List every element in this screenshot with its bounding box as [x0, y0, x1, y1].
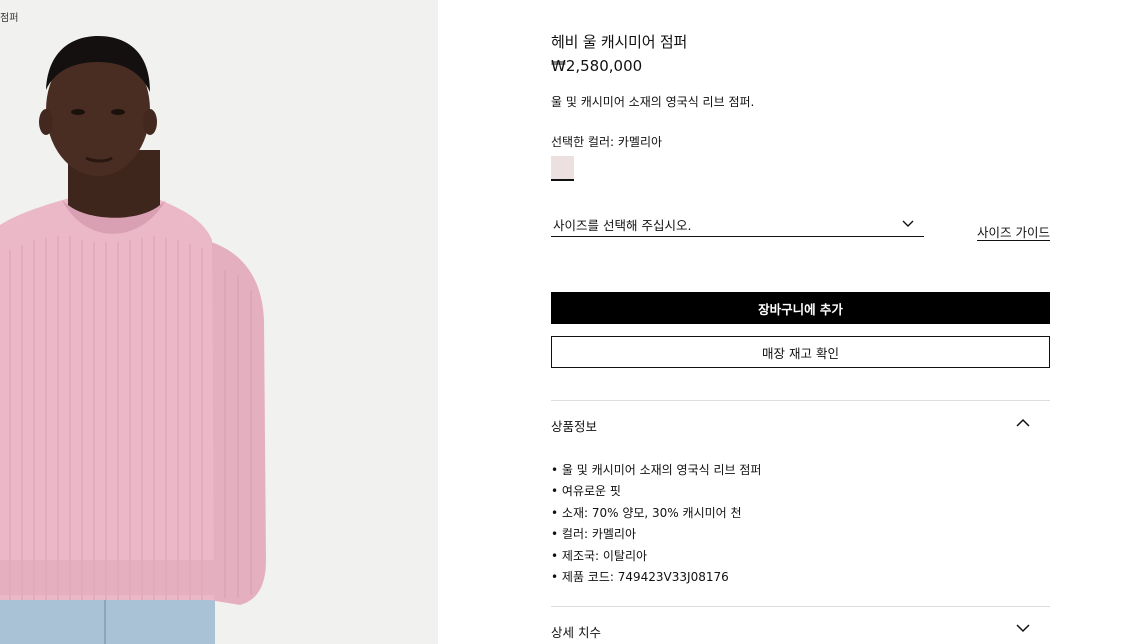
accordion-detail-size-title: 상세 치수: [551, 625, 601, 640]
product-description: 울 및 캐시미어 소재의 영국식 리브 점퍼.: [551, 95, 755, 109]
list-item: 울 및 캐시미어 소재의 영국식 리브 점퍼: [551, 461, 762, 482]
accordion-detail-size-header[interactable]: 상세 치수: [551, 619, 1050, 643]
divider: [551, 606, 1050, 607]
sweater-body: [0, 198, 214, 600]
product-details-list: 울 및 캐시미어 소재의 영국식 리브 점퍼 여유로운 핏 소재: 70% 양모…: [551, 461, 762, 589]
list-item: 제품 코드: 749423V33J08176: [551, 568, 761, 589]
check-store-stock-button[interactable]: 매장 재고 확인: [551, 336, 1050, 368]
size-select-placeholder: 사이즈를 선택해 주십시오.: [553, 218, 692, 233]
product-image-panel: 점퍼: [0, 0, 438, 644]
model-illustration: [0, 36, 266, 644]
image-caption: 점퍼: [0, 13, 19, 24]
selected-color-label: 선택한 컬러: 카멜리아: [551, 135, 663, 149]
accordion-product-info-header[interactable]: 상품정보: [551, 413, 1050, 437]
chevron-down-icon: [1016, 621, 1030, 636]
divider: [551, 400, 1050, 401]
chevron-down-icon: [902, 216, 914, 231]
product-price: ₩2,580,000: [551, 57, 643, 75]
color-swatch-camellia[interactable]: [551, 156, 574, 181]
list-item: 여유로운 핏: [551, 482, 761, 503]
list-item: 소재: 70% 양모, 30% 캐시미어 천: [551, 504, 761, 525]
sweater-right-sleeve: [205, 240, 266, 605]
size-guide-link[interactable]: 사이즈 가이드: [977, 222, 1050, 241]
product-title: 헤비 울 캐시미어 점퍼: [551, 33, 688, 51]
accordion-product-info-title: 상품정보: [551, 419, 598, 434]
list-item: 제조국: 이탈리아: [551, 547, 761, 568]
size-select[interactable]: 사이즈를 선택해 주십시오.: [551, 212, 924, 237]
add-to-cart-button[interactable]: 장바구니에 추가: [551, 292, 1050, 324]
list-item: 컬러: 카멜리아: [551, 525, 761, 546]
chevron-up-icon: [1016, 415, 1030, 430]
